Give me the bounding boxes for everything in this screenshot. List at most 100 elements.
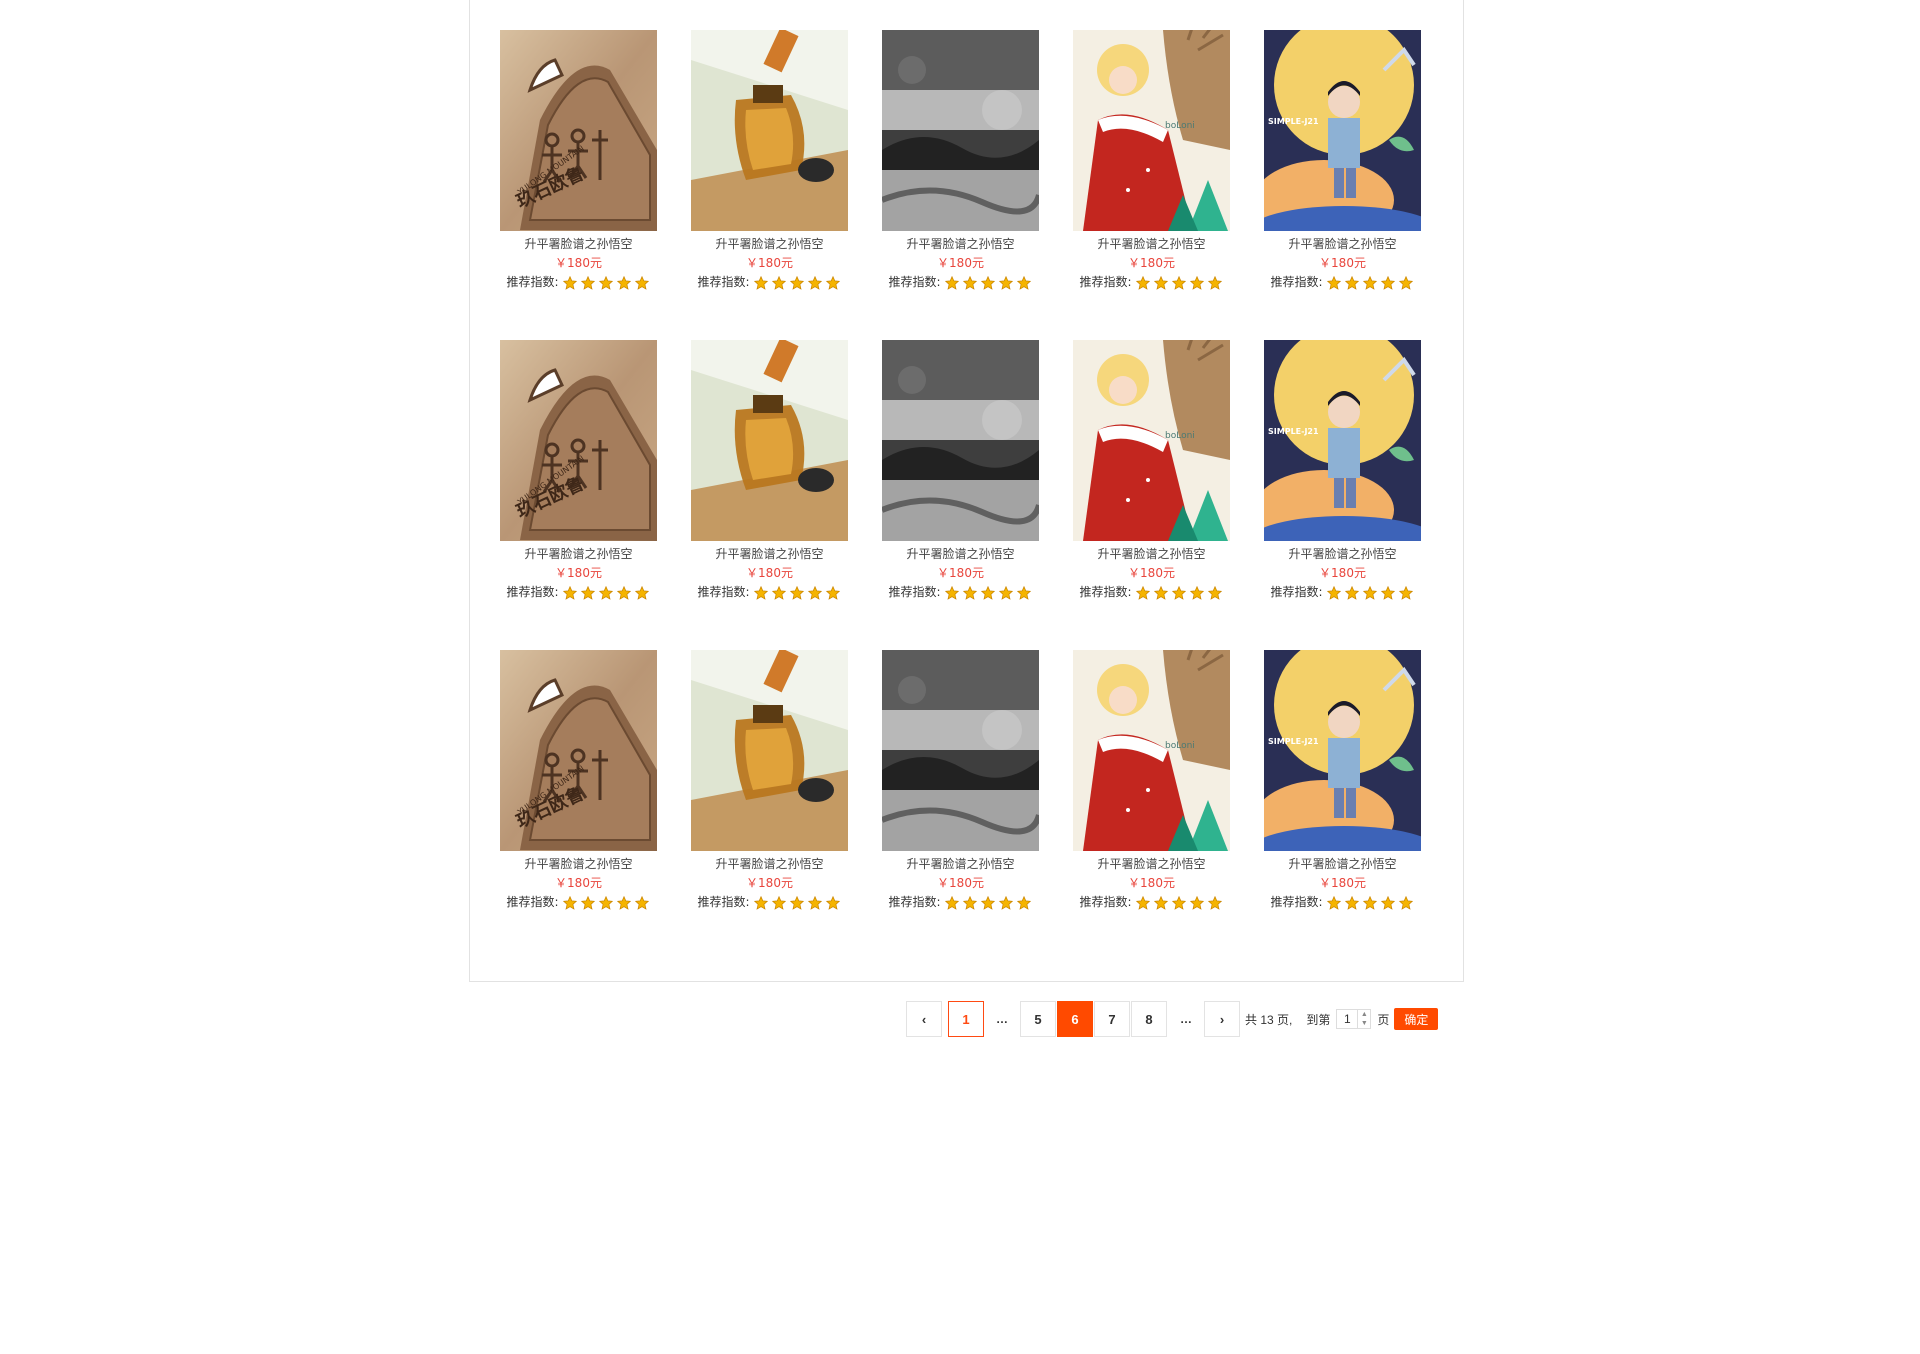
star-icon (807, 585, 822, 600)
page-8-button[interactable]: 8 (1131, 1001, 1167, 1037)
product-name[interactable]: 升平署脸谱之孙悟空 (1264, 547, 1421, 561)
ellipsis: … (996, 1012, 1008, 1026)
product-card[interactable]: 升平署脸谱之孙悟空 ￥180元 推荐指数: (882, 30, 1039, 290)
product-rating: 推荐指数: (1073, 895, 1230, 910)
product-card[interactable]: boLoni 升平署脸谱之孙悟空 ￥180元 推荐指数: (1073, 340, 1230, 600)
goto-label: 到第 (1306, 1012, 1331, 1027)
star-icon (1189, 275, 1204, 290)
rating-label: 推荐指数: (888, 585, 941, 599)
star-icon (980, 895, 995, 910)
star-icon (771, 895, 786, 910)
product-image[interactable] (691, 340, 848, 541)
product-image[interactable]: boLoni (1073, 340, 1230, 541)
product-name[interactable]: 升平署脸谱之孙悟空 (882, 547, 1039, 561)
product-rating: 推荐指数: (882, 895, 1039, 910)
rating-label: 推荐指数: (697, 585, 750, 599)
star-icon (1380, 275, 1395, 290)
confirm-button[interactable]: 确定 (1394, 1008, 1439, 1030)
stepper-up-icon[interactable]: ▲ (1358, 1010, 1370, 1019)
product-price: ￥180元 (1128, 256, 1175, 270)
product-card[interactable]: SIMPLE-J21 升平署脸谱之孙悟空 ￥180元 推荐指数: (1264, 340, 1421, 600)
product-name[interactable]: 升平署脸谱之孙悟空 (882, 237, 1039, 251)
product-image[interactable] (882, 340, 1039, 541)
product-rating: 推荐指数: (691, 895, 848, 910)
star-icon (580, 275, 595, 290)
product-name[interactable]: 升平署脸谱之孙悟空 (691, 237, 848, 251)
next-page-button[interactable]: › (1204, 1001, 1240, 1037)
product-price: ￥180元 (1128, 876, 1175, 890)
star-icon (1016, 895, 1031, 910)
stepper-down-icon[interactable]: ▼ (1358, 1019, 1370, 1028)
star-icon (634, 275, 649, 290)
product-image[interactable]: 玖石欧鲁 YULONG MOUNTAIN (500, 30, 657, 231)
star-icon (825, 895, 840, 910)
star-icon (580, 585, 595, 600)
product-image[interactable] (882, 650, 1039, 851)
star-icon (562, 895, 577, 910)
star-icon (1171, 275, 1186, 290)
product-image[interactable] (691, 650, 848, 851)
product-rating: 推荐指数: (882, 585, 1039, 600)
star-icon (1153, 895, 1168, 910)
product-image[interactable]: 玖石欧鲁 YULONG MOUNTAIN (500, 340, 657, 541)
product-card[interactable]: 升平署脸谱之孙悟空 ￥180元 推荐指数: (882, 650, 1039, 910)
product-name[interactable]: 升平署脸谱之孙悟空 (691, 547, 848, 561)
product-image[interactable]: boLoni (1073, 650, 1230, 851)
star-icon (980, 275, 995, 290)
product-card[interactable]: SIMPLE-J21 升平署脸谱之孙悟空 ￥180元 推荐指数: (1264, 650, 1421, 910)
product-price: ￥180元 (746, 256, 793, 270)
total-pages-text: 共 13 页, (1245, 1012, 1293, 1027)
page-7-button[interactable]: 7 (1094, 1001, 1130, 1037)
product-name[interactable]: 升平署脸谱之孙悟空 (691, 857, 848, 871)
product-image[interactable]: SIMPLE-J21 (1264, 30, 1421, 231)
product-card[interactable]: boLoni 升平署脸谱之孙悟空 ￥180元 推荐指数: (1073, 30, 1230, 290)
star-icon (634, 895, 649, 910)
product-name[interactable]: 升平署脸谱之孙悟空 (500, 547, 657, 561)
product-card[interactable]: 升平署脸谱之孙悟空 ￥180元 推荐指数: (691, 340, 848, 600)
product-name[interactable]: 升平署脸谱之孙悟空 (1264, 237, 1421, 251)
product-card[interactable]: SIMPLE-J21 升平署脸谱之孙悟空 ￥180元 推荐指数: (1264, 30, 1421, 290)
product-card[interactable]: 玖石欧鲁 YULONG MOUNTAIN 升平署脸谱之孙悟空 ￥180元 推荐指数: (500, 30, 657, 290)
product-name[interactable]: 升平署脸谱之孙悟空 (1264, 857, 1421, 871)
product-card[interactable]: 玖石欧鲁 YULONG MOUNTAIN 升平署脸谱之孙悟空 ￥180元 推荐指数: (500, 340, 657, 600)
star-icon (1135, 275, 1150, 290)
product-name[interactable]: 升平署脸谱之孙悟空 (1073, 237, 1230, 251)
star-icon (1326, 275, 1341, 290)
page-5-button[interactable]: 5 (1020, 1001, 1056, 1037)
product-card[interactable]: 升平署脸谱之孙悟空 ￥180元 推荐指数: (882, 340, 1039, 600)
star-icon (807, 895, 822, 910)
rating-stars (1325, 895, 1415, 910)
product-name[interactable]: 升平署脸谱之孙悟空 (1073, 857, 1230, 871)
rating-stars (752, 895, 842, 910)
product-card[interactable]: 升平署脸谱之孙悟空 ￥180元 推荐指数: (691, 650, 848, 910)
product-rating: 推荐指数: (500, 585, 657, 600)
product-image[interactable]: SIMPLE-J21 (1264, 340, 1421, 541)
product-image[interactable] (882, 30, 1039, 231)
product-card[interactable]: boLoni 升平署脸谱之孙悟空 ￥180元推荐指数: (1073, 650, 1230, 910)
rating-stars (943, 585, 1033, 600)
goto-page-value[interactable]: 1 (1337, 1012, 1357, 1026)
prev-page-button[interactable]: ‹ (906, 1001, 942, 1037)
product-image[interactable]: 玖石欧鲁 YULONG MOUNTAIN (500, 650, 657, 851)
rating-stars (1134, 585, 1224, 600)
product-image[interactable]: SIMPLE-J21 (1264, 650, 1421, 851)
product-grid: 玖石欧鲁 YULONG MOUNTAIN 升平署脸谱之孙悟空 ￥180元 推荐指数: … (500, 30, 1440, 910)
star-icon (944, 275, 959, 290)
page-6-button-current[interactable]: 6 (1057, 1001, 1093, 1037)
product-image[interactable] (691, 30, 848, 231)
product-name[interactable]: 升平署脸谱之孙悟空 (500, 237, 657, 251)
rating-stars (1134, 275, 1224, 290)
product-name[interactable]: 升平署脸谱之孙悟空 (882, 857, 1039, 871)
product-rating: 推荐指数: (1073, 585, 1230, 600)
star-icon (807, 275, 822, 290)
product-image[interactable]: boLoni (1073, 30, 1230, 231)
product-name[interactable]: 升平署脸谱之孙悟空 (1073, 547, 1230, 561)
goto-page-stepper[interactable]: 1 ▲ ▼ (1336, 1009, 1372, 1029)
rating-stars (1325, 585, 1415, 600)
star-icon (1398, 275, 1413, 290)
page-1-button[interactable]: 1 (948, 1001, 984, 1037)
rating-label: 推荐指数: (1270, 585, 1323, 599)
product-name[interactable]: 升平署脸谱之孙悟空 (500, 857, 657, 871)
product-card[interactable]: 升平署脸谱之孙悟空 ￥180元 推荐指数: (691, 30, 848, 290)
product-card[interactable]: 玖石欧鲁 YULONG MOUNTAIN 升平署脸谱之孙悟空 ￥180元 推荐指数: (500, 650, 657, 910)
